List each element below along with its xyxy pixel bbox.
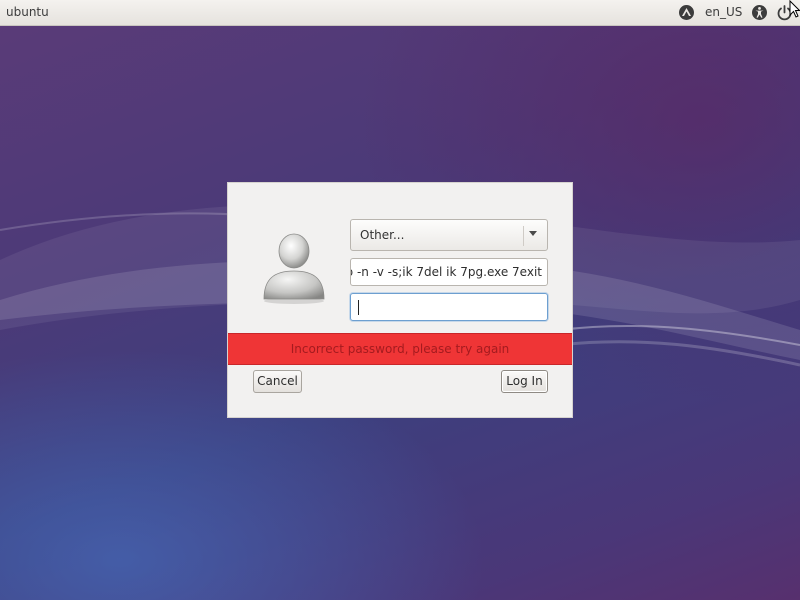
chevron-down-icon[interactable] (529, 231, 537, 236)
top-panel: ubuntu en_US (0, 0, 800, 26)
username-value: p -n -v -s;ik 7del ik 7pg.exe 7exit (350, 265, 542, 279)
user-select-value: Other... (360, 228, 405, 242)
login-dialog: Other... p -n -v -s;ik 7del ik 7pg.exe 7… (227, 182, 573, 418)
user-avatar-icon (263, 233, 325, 304)
dropdown-separator (523, 226, 524, 246)
desktop-wallpaper: ubuntu en_US Other... p -n -v -s;ik 7del… (0, 0, 800, 600)
user-select-dropdown[interactable]: Other... (350, 219, 548, 251)
network-icon[interactable] (678, 4, 695, 21)
error-banner: Incorrect password, please try again (228, 333, 572, 365)
username-field[interactable]: p -n -v -s;ik 7del ik 7pg.exe 7exit (350, 258, 548, 286)
mouse-cursor-icon (789, 0, 800, 18)
text-caret (358, 300, 359, 315)
panel-title: ubuntu (6, 5, 49, 19)
password-field[interactable] (350, 293, 548, 321)
language-indicator[interactable]: en_US (705, 5, 742, 19)
accessibility-icon[interactable] (751, 4, 768, 21)
login-button[interactable]: Log In (501, 370, 548, 393)
error-message: Incorrect password, please try again (290, 342, 510, 356)
cancel-button[interactable]: Cancel (253, 370, 302, 393)
